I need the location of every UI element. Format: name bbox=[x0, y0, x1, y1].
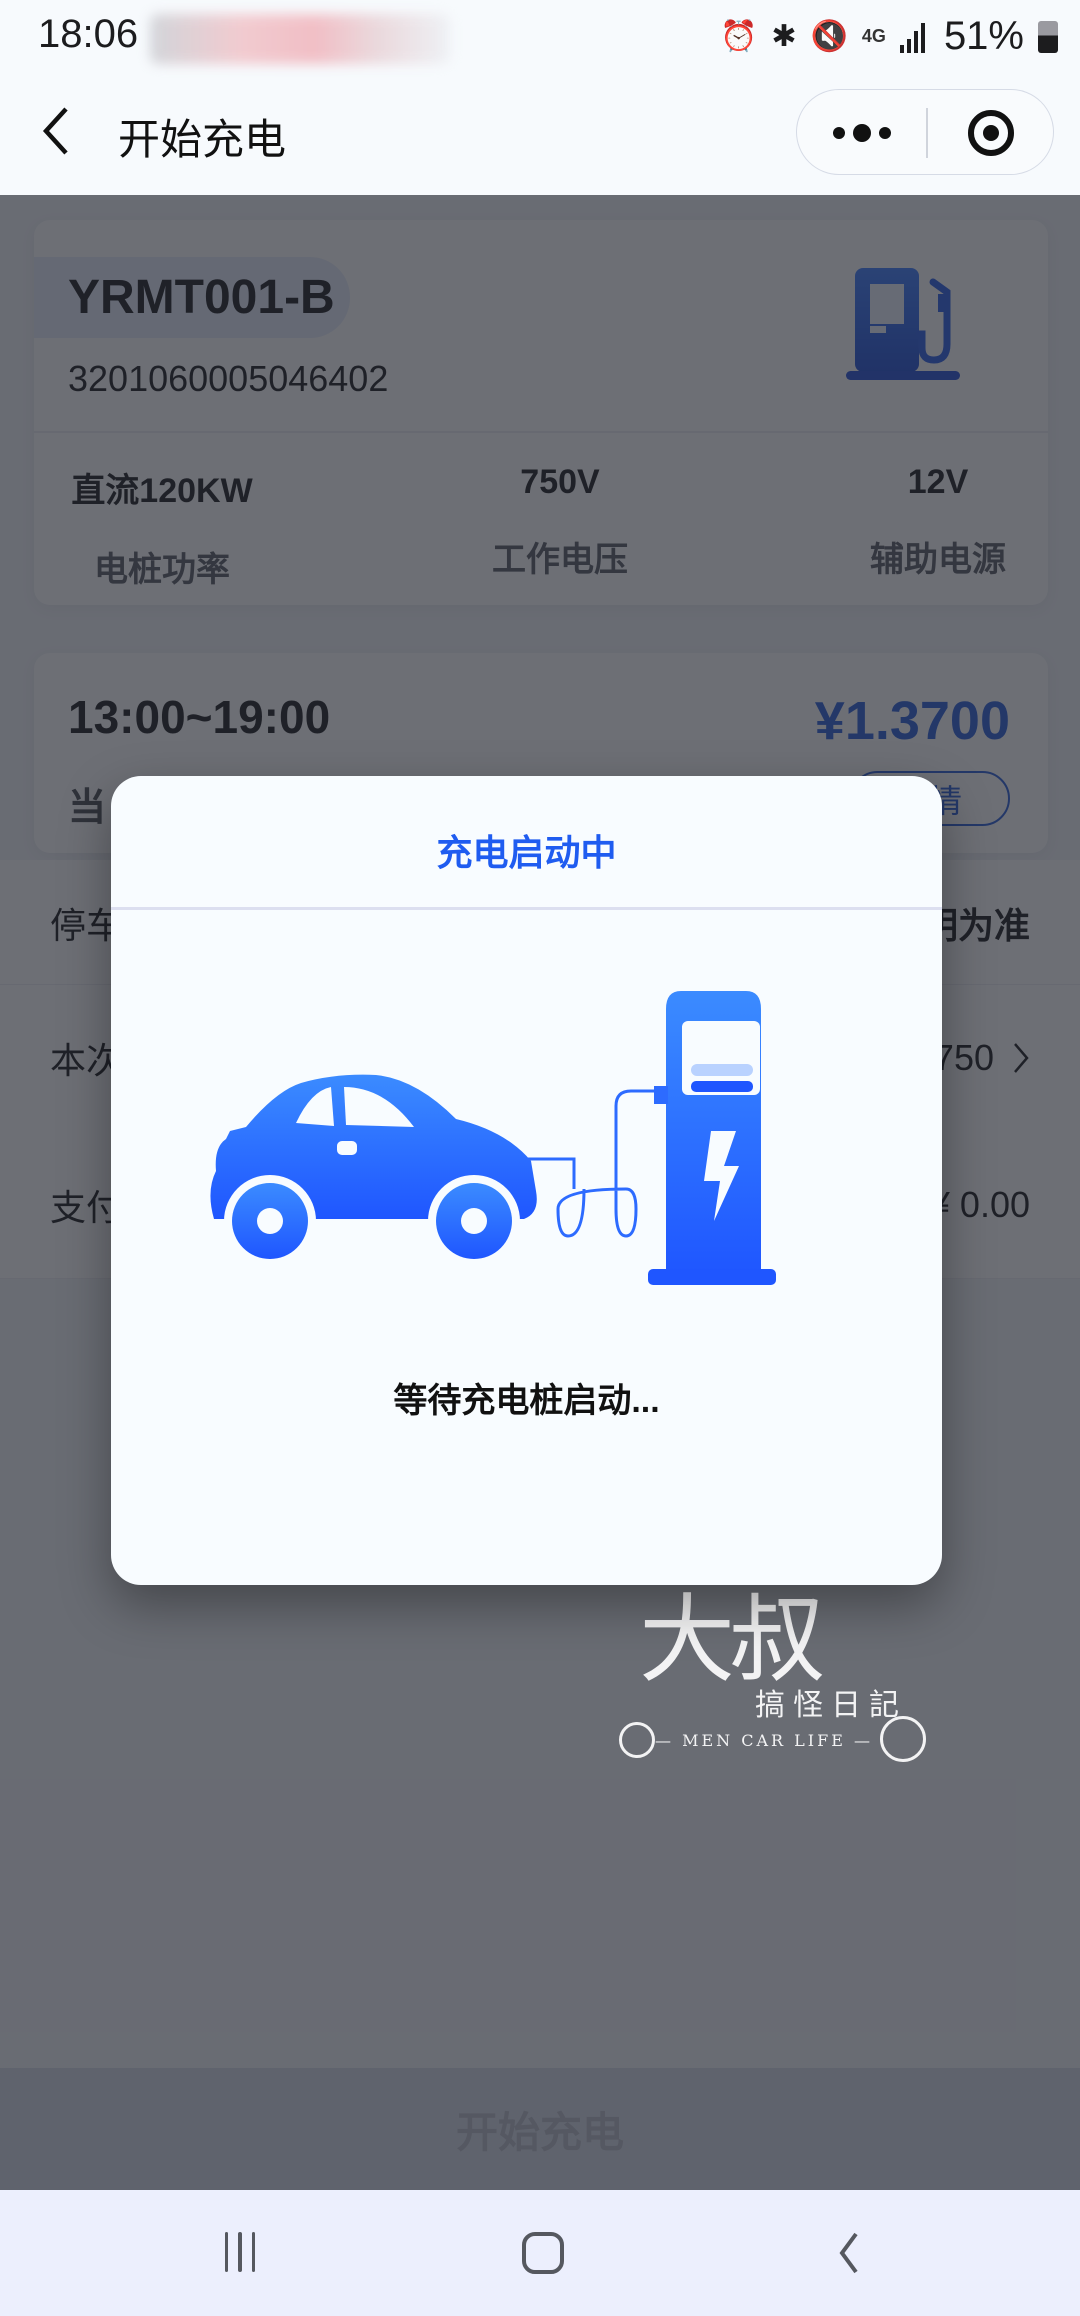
wheel-icon bbox=[619, 1722, 655, 1758]
home-button[interactable] bbox=[522, 2232, 564, 2274]
watermark-tagline: — MEN CAR LIFE — bbox=[655, 1731, 873, 1750]
notification-icons-blurred bbox=[150, 14, 450, 64]
more-button[interactable] bbox=[797, 90, 926, 176]
4g-data-icon: 4G bbox=[861, 26, 886, 46]
more-dots-icon bbox=[852, 124, 871, 142]
more-dots-icon bbox=[878, 127, 891, 139]
chevron-left-icon bbox=[42, 107, 68, 155]
divider bbox=[111, 907, 942, 910]
back-icon bbox=[839, 2232, 858, 2274]
system-back-button[interactable] bbox=[830, 2230, 870, 2276]
mute-icon: 🔇 bbox=[810, 19, 848, 53]
car-charging-illustration bbox=[210, 991, 776, 1285]
recents-icon bbox=[224, 2232, 229, 2272]
back-button[interactable] bbox=[38, 103, 78, 159]
dialog-message: 等待充电桩启动... bbox=[393, 1382, 660, 1420]
alarm-icon: ⏰ bbox=[720, 19, 758, 53]
page-title: 开始充电 bbox=[118, 116, 287, 163]
watermark-subtitle: 搞怪日記 bbox=[755, 1688, 907, 1723]
watermark-logo: 大叔 搞怪日記 — MEN CAR LIFE — bbox=[595, 1590, 935, 1770]
status-time: 18:06 bbox=[38, 12, 139, 56]
charging-start-dialog: 充电启动中 等待充电桩启动... bbox=[111, 776, 942, 1585]
target-circle-icon bbox=[967, 110, 1014, 156]
close-mini-program-button[interactable] bbox=[926, 90, 1055, 176]
signal-icon bbox=[899, 22, 925, 53]
more-dots-icon bbox=[832, 127, 845, 139]
wheel-icon bbox=[880, 1716, 926, 1762]
bluetooth-icon: ✱ bbox=[771, 19, 797, 53]
charging-cable bbox=[528, 1089, 656, 1238]
battery-icon bbox=[1038, 20, 1058, 53]
watermark-title: 大叔 bbox=[639, 1584, 825, 1696]
recents-button[interactable] bbox=[218, 2232, 262, 2276]
dialog-title: 充电启动中 bbox=[436, 832, 617, 873]
mini-program-capsule bbox=[796, 89, 1054, 175]
car-icon bbox=[210, 1074, 537, 1267]
battery-percent: 51% bbox=[943, 14, 1024, 58]
charging-pump-icon bbox=[648, 991, 776, 1285]
status-icons: ⏰ ✱ 🔇 4G 51% bbox=[720, 14, 1058, 59]
